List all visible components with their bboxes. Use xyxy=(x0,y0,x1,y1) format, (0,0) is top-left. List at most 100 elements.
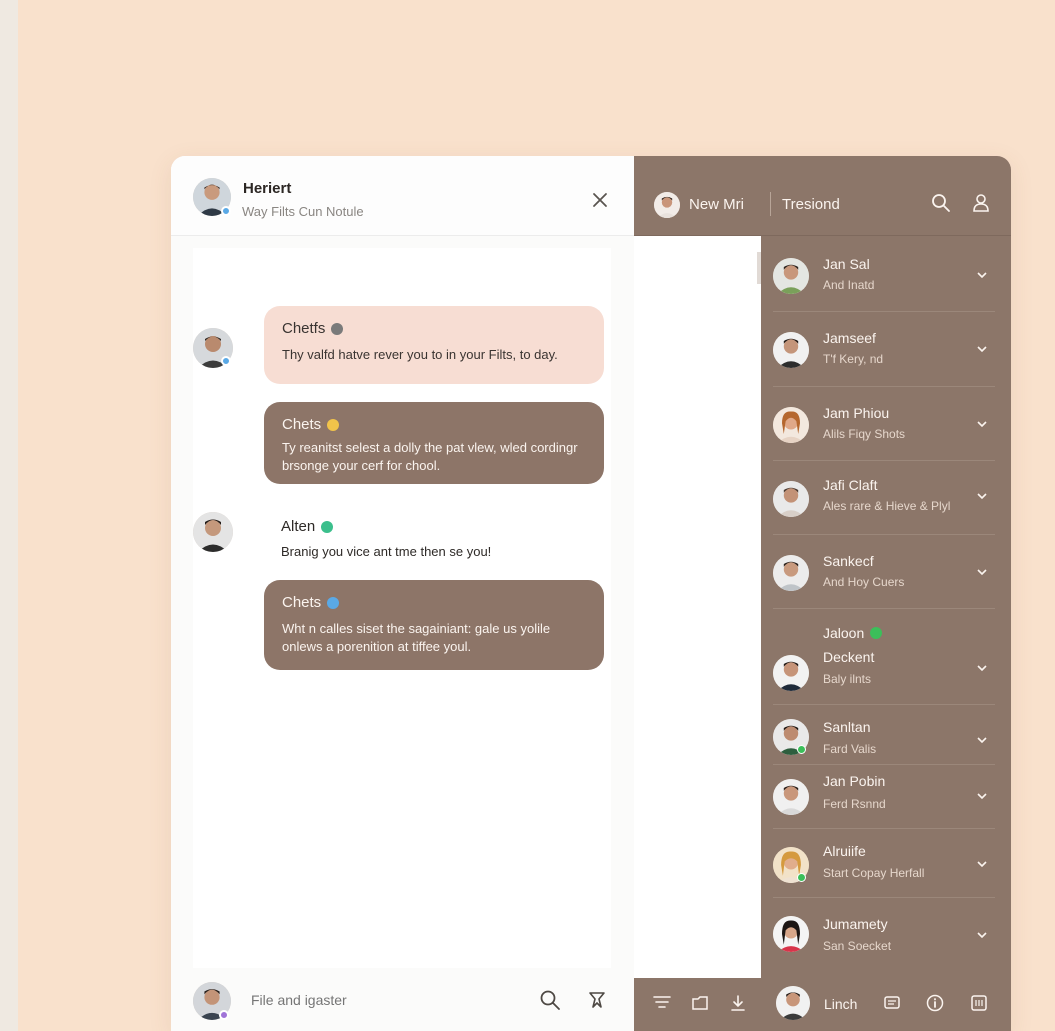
contact-name: Jan Pobin xyxy=(823,773,886,789)
contact-name-line2: Deckent xyxy=(823,649,875,665)
online-status-dot xyxy=(221,356,231,366)
contact-item[interactable]: Jan Sal And Inatd xyxy=(773,244,995,312)
message-sender: Alten xyxy=(281,518,316,535)
contact-item[interactable]: Sanltan Fard Valis xyxy=(773,705,995,765)
contact-subtitle: T'f Kery, nd xyxy=(823,352,884,366)
download-icon[interactable] xyxy=(728,993,748,1013)
chat-contact-subtitle: Way Filts Cun Notule xyxy=(242,204,364,219)
message-text: Ty reanitst selest a dolly the pat vlew,… xyxy=(282,440,578,473)
contact-name: Jamseef xyxy=(823,330,876,346)
info-icon[interactable] xyxy=(925,993,945,1013)
header-divider xyxy=(770,192,771,216)
contact-name: Sankecf xyxy=(823,553,874,569)
message-sender: Chets xyxy=(282,416,322,433)
chat-pane: Heriert Way Filts Cun Notule Chetfs Thy … xyxy=(171,156,634,1031)
contact-subtitle: Baly ilnts xyxy=(823,672,872,686)
chat-header: Heriert Way Filts Cun Notule xyxy=(171,156,634,236)
contact-avatar xyxy=(773,258,809,294)
chevron-down-icon[interactable] xyxy=(975,489,989,503)
status-badge-icon xyxy=(327,418,340,431)
messenger-window: Heriert Way Filts Cun Notule Chetfs Thy … xyxy=(171,156,1011,1031)
contact-name: Jan Sal xyxy=(823,256,870,272)
contact-item[interactable]: Jan Pobin Ferd Rsnnd xyxy=(773,765,995,829)
pin-icon[interactable] xyxy=(585,988,609,1012)
message-sender: Chets xyxy=(282,594,322,611)
verified-badge-icon xyxy=(331,322,344,335)
contact-name: Jumamety xyxy=(823,916,888,932)
contact-subtitle: Ales rare & Hieve & Plyl xyxy=(823,499,951,513)
message-sender: Chetfs xyxy=(282,320,326,337)
contact-name-row: Jaloon xyxy=(823,625,883,641)
contact-item[interactable]: Alruiife Start Copay Herfall xyxy=(773,829,995,898)
calendar-icon[interactable] xyxy=(969,993,989,1013)
contact-item[interactable]: Jaloon Deckent Baly ilnts xyxy=(773,609,995,705)
contacts-pane: New Mri Tresiond Jan Sal And Inatd Jamse… xyxy=(634,156,1011,1031)
current-user-name[interactable]: Linch xyxy=(824,996,857,1012)
chevron-down-icon[interactable] xyxy=(975,417,989,431)
message-list[interactable]: Chetfs Thy valfd hatve rever you to in y… xyxy=(193,248,611,968)
contact-subtitle: Alils Fiqy Shots xyxy=(823,427,906,441)
contact-list[interactable]: Jan Sal And Inatd Jamseef T'f Kery, nd J… xyxy=(761,236,1011,978)
online-status-dot xyxy=(797,745,806,754)
contact-avatar xyxy=(773,916,809,952)
chevron-down-icon[interactable] xyxy=(975,928,989,942)
contact-subtitle: Fard Valis xyxy=(823,742,877,756)
message-icon[interactable] xyxy=(882,993,902,1013)
chevron-down-icon[interactable] xyxy=(975,268,989,282)
message-sender-row: Alten xyxy=(281,518,334,535)
contact-avatar xyxy=(773,779,809,815)
chat-composer xyxy=(171,968,634,1031)
filter-icon[interactable] xyxy=(652,993,672,1013)
status-badge-icon xyxy=(327,596,340,609)
user-icon[interactable] xyxy=(970,192,992,214)
close-icon[interactable] xyxy=(589,189,611,211)
chevron-down-icon[interactable] xyxy=(975,565,989,579)
message-text[interactable]: Branig you vice ant tme then se you! xyxy=(281,544,491,559)
contact-name: Jam Phiou xyxy=(823,405,890,421)
contact-subtitle: And Inatd xyxy=(823,278,875,292)
chat-contact-name: Heriert xyxy=(243,180,292,197)
message-bubble[interactable]: Chets Wht n calles siset the sagainiant:… xyxy=(264,580,604,670)
online-status-dot xyxy=(221,206,231,216)
message-avatar xyxy=(193,512,233,552)
search-icon[interactable] xyxy=(538,988,562,1012)
new-chat-button[interactable]: New Mri xyxy=(689,196,744,213)
new-chat-avatar[interactable] xyxy=(654,192,680,218)
message-text: Thy valfd hatve rever you to in your Fil… xyxy=(282,347,558,362)
online-status-dot xyxy=(219,1010,229,1020)
current-user-avatar[interactable] xyxy=(776,986,810,1020)
message-bubble[interactable]: Chetfs Thy valfd hatve rever you to in y… xyxy=(264,306,604,384)
folder-icon[interactable] xyxy=(690,993,710,1013)
contact-subtitle: And Hoy Cuers xyxy=(823,575,905,589)
message-text: Wht n calles siset the sagainiant: gale … xyxy=(282,621,551,654)
contact-avatar xyxy=(773,555,809,591)
contacts-header: New Mri Tresiond xyxy=(634,156,1011,236)
contact-name: Sanltan xyxy=(823,719,871,735)
chevron-down-icon[interactable] xyxy=(975,733,989,747)
contact-item[interactable]: Jamseef T'f Kery, nd xyxy=(773,312,995,387)
message-input[interactable] xyxy=(251,992,511,1008)
contact-avatar xyxy=(773,481,809,517)
online-status-dot xyxy=(797,873,806,882)
chevron-down-icon[interactable] xyxy=(975,789,989,803)
contact-subtitle: Start Copay Herfall xyxy=(823,866,925,880)
contact-item[interactable]: Jafi Claft Ales rare & Hieve & Plyl xyxy=(773,461,995,535)
contact-name: Jaloon xyxy=(823,625,865,641)
contact-item[interactable]: Sankecf And Hoy Cuers xyxy=(773,535,995,609)
contact-item[interactable]: Jumamety San Soecket xyxy=(773,898,995,970)
contact-name: Alruiife xyxy=(823,843,866,859)
contact-subtitle: San Soecket xyxy=(823,939,892,953)
verified-badge-icon xyxy=(870,627,883,639)
search-icon[interactable] xyxy=(930,192,952,214)
chevron-down-icon[interactable] xyxy=(975,661,989,675)
message-bubble[interactable]: Chets Ty reanitst selest a dolly the pat… xyxy=(264,402,604,484)
contacts-footer: Linch xyxy=(634,978,1011,1031)
chevron-down-icon[interactable] xyxy=(975,342,989,356)
contact-avatar xyxy=(773,332,809,368)
tab-trending[interactable]: Tresiond xyxy=(782,196,840,213)
preview-column xyxy=(634,236,761,978)
contact-item[interactable]: Jam Phiou Alils Fiqy Shots xyxy=(773,387,995,461)
contact-avatar xyxy=(773,407,809,443)
chevron-down-icon[interactable] xyxy=(975,857,989,871)
contact-avatar xyxy=(773,655,809,691)
